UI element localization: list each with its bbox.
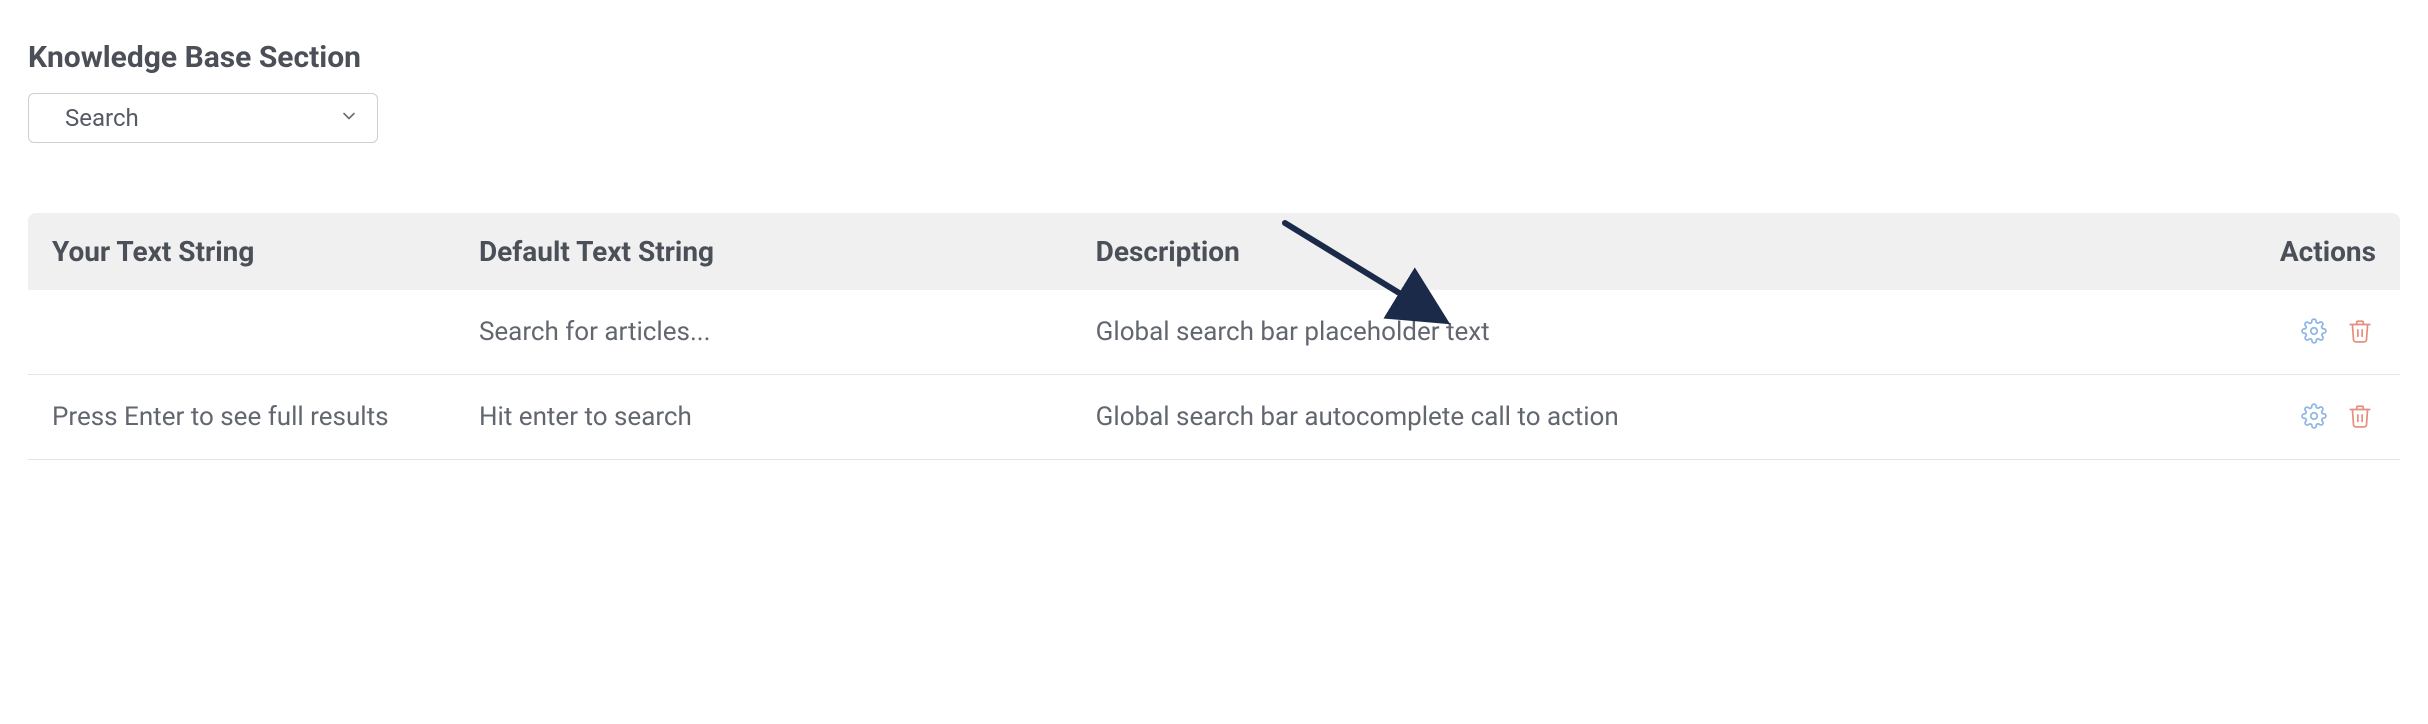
kb-section-select[interactable]: Search [28,93,378,143]
cell-actions [2163,290,2400,375]
delete-button[interactable] [2344,316,2376,348]
col-header-description: Description [1072,213,2163,290]
table-row: Press Enter to see full results Hit ente… [28,375,2400,460]
edit-button[interactable] [2298,316,2330,348]
cell-actions [2163,375,2400,460]
gear-icon [2301,403,2327,432]
cell-description: Global search bar autocomplete call to a… [1072,375,2163,460]
cell-your-text: Press Enter to see full results [28,375,455,460]
chevron-down-icon [339,106,359,130]
cell-default-text: Search for articles... [455,290,1072,375]
trash-icon [2347,403,2373,432]
section-title: Knowledge Base Section [28,40,2400,75]
cell-your-text [28,290,455,375]
col-header-your: Your Text String [28,213,455,290]
col-header-default: Default Text String [455,213,1072,290]
table-header-row: Your Text String Default Text String Des… [28,213,2400,290]
cell-description: Global search bar placeholder text [1072,290,2163,375]
edit-button[interactable] [2298,401,2330,433]
trash-icon [2347,318,2373,347]
gear-icon [2301,318,2327,347]
table-row: Search for articles... Global search bar… [28,290,2400,375]
text-strings-table: Your Text String Default Text String Des… [28,213,2400,460]
kb-section-select-value: Search [65,104,139,132]
col-header-actions: Actions [2163,213,2400,290]
cell-default-text: Hit enter to search [455,375,1072,460]
delete-button[interactable] [2344,401,2376,433]
